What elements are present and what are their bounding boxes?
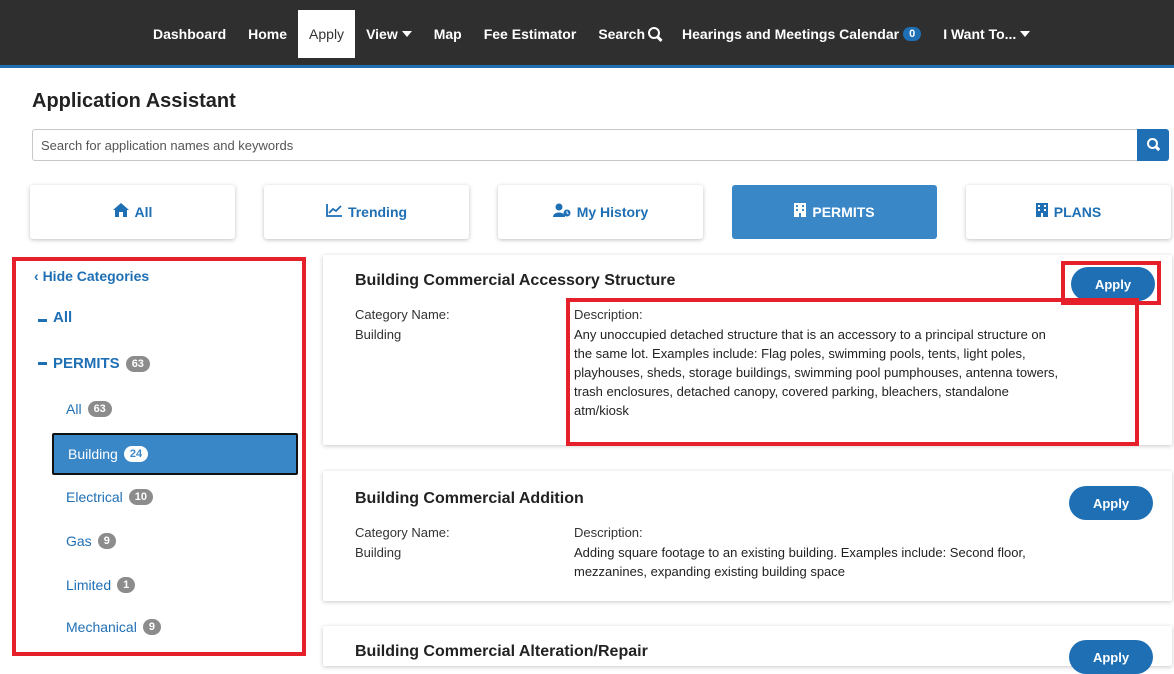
nav-apply-label: Apply xyxy=(309,26,345,42)
sidebar-item-building[interactable]: Building 24 xyxy=(52,433,298,475)
tab-permits-label: PERMITS xyxy=(812,204,875,220)
sidebar-item-label: Gas xyxy=(66,533,92,549)
description-label: Description: xyxy=(574,307,643,322)
sidebar-item-label: Mechanical xyxy=(66,619,137,635)
sidebar-item-all[interactable]: All xyxy=(38,309,72,326)
tab-permits[interactable]: PERMITS xyxy=(732,185,937,239)
hearings-count-badge: 0 xyxy=(903,27,922,41)
description-line: the same lot. Examples include: Flag pol… xyxy=(574,346,1026,361)
sidebar-item-mechanical[interactable]: Mechanical 9 xyxy=(66,619,161,635)
apply-button[interactable]: Apply xyxy=(1069,486,1153,520)
page-title: Application Assistant xyxy=(32,90,236,112)
description-text: Any unoccupied detached structure that i… xyxy=(574,325,1144,420)
result-title: Building Commercial Alteration/Repair xyxy=(355,643,648,660)
tab-my-history[interactable]: My History xyxy=(498,185,703,239)
home-icon xyxy=(112,203,129,221)
count-badge: 63 xyxy=(87,401,112,417)
tab-all-label: All xyxy=(134,204,153,220)
sidebar-item-all-label: All xyxy=(53,309,73,326)
category-name-value: Building xyxy=(355,327,402,342)
caret-down-icon xyxy=(401,31,412,37)
count-badge: 24 xyxy=(123,446,149,462)
nav-fee-estimator-label: Fee Estimator xyxy=(483,26,577,42)
tab-my-history-label: My History xyxy=(576,204,649,220)
collapse-icon xyxy=(38,319,47,322)
nav-map-label: Map xyxy=(433,26,462,42)
nav-i-want-to[interactable]: I Want To... xyxy=(932,10,1041,58)
nav-hearings-calendar[interactable]: Hearings and Meetings Calendar 0 xyxy=(671,10,932,58)
nav-search-label: Search xyxy=(598,26,646,42)
tab-trending-label: Trending xyxy=(347,204,408,220)
collapse-icon xyxy=(38,362,47,365)
description-line: Any unoccupied detached structure that i… xyxy=(574,327,1046,342)
nav-map[interactable]: Map xyxy=(423,10,473,58)
description-line: trash enclosures, detached canopy, cover… xyxy=(574,384,1009,399)
search-icon xyxy=(1147,138,1158,149)
nav-apply[interactable]: Apply xyxy=(298,10,356,58)
nav-items: Dashboard Home Apply View Map Fee Estima… xyxy=(142,10,1041,58)
description-line: mezzanines, expanding existing building … xyxy=(574,564,846,579)
category-name-label: Category Name: xyxy=(355,525,450,540)
count-badge: 9 xyxy=(97,533,116,549)
top-navigation-bar: Dashboard Home Apply View Map Fee Estima… xyxy=(0,0,1174,68)
result-card: Building Commercial Alteration/Repair Ap… xyxy=(323,626,1172,674)
tab-plans-label: PLANS xyxy=(1053,204,1102,220)
count-badge: 9 xyxy=(142,619,161,635)
result-title: Building Commercial Accessory Structure xyxy=(355,272,676,289)
chevron-left-icon: ‹ xyxy=(34,268,39,284)
tab-trending[interactable]: Trending xyxy=(264,185,469,239)
result-card: Building Commercial Accessory Structure … xyxy=(323,255,1172,445)
line-chart-icon xyxy=(326,203,342,221)
building-icon xyxy=(794,203,807,221)
nav-dashboard[interactable]: Dashboard xyxy=(142,10,237,58)
result-card: Building Commercial Addition Apply Categ… xyxy=(323,471,1172,601)
category-sidebar: ‹ Hide Categories All PERMITS 63 All 63 … xyxy=(12,257,306,656)
category-tabs: All Trending My History PERMITS PLANS xyxy=(30,185,1172,239)
count-badge: 63 xyxy=(125,355,150,372)
search-icon xyxy=(648,27,661,39)
hide-categories-link[interactable]: ‹ Hide Categories xyxy=(34,268,149,284)
nav-i-want-to-label: I Want To... xyxy=(943,26,1017,42)
building-icon xyxy=(1035,203,1048,221)
category-name-label: Category Name: xyxy=(355,307,450,322)
sidebar-item-permits-all[interactable]: All 63 xyxy=(66,401,112,417)
hide-categories-label: Hide Categories xyxy=(42,268,150,284)
nav-view-label: View xyxy=(366,26,398,42)
nav-home[interactable]: Home xyxy=(237,10,298,58)
tab-all[interactable]: All xyxy=(30,185,235,239)
nav-hearings-label: Hearings and Meetings Calendar xyxy=(682,26,900,42)
sidebar-item-gas[interactable]: Gas 9 xyxy=(66,533,116,549)
nav-dashboard-label: Dashboard xyxy=(153,26,227,42)
nav-home-label: Home xyxy=(248,26,288,42)
sidebar-item-label: Building xyxy=(68,446,118,462)
sidebar-item-limited[interactable]: Limited 1 xyxy=(66,577,136,593)
search-bar xyxy=(32,129,1169,161)
count-badge: 1 xyxy=(117,577,136,593)
apply-button[interactable]: Apply xyxy=(1069,640,1153,674)
nav-search[interactable]: Search xyxy=(587,10,671,58)
description-text: Adding square footage to an existing bui… xyxy=(574,543,1144,581)
sidebar-item-label: All xyxy=(66,401,82,417)
sidebar-item-permits-label: PERMITS xyxy=(53,355,120,372)
nav-view[interactable]: View xyxy=(355,10,423,58)
result-title: Building Commercial Addition xyxy=(355,490,584,507)
tab-plans[interactable]: PLANS xyxy=(966,185,1171,239)
count-badge: 10 xyxy=(128,489,154,505)
apply-button[interactable]: Apply xyxy=(1071,267,1155,301)
category-name-value: Building xyxy=(355,545,402,560)
search-input[interactable] xyxy=(32,129,1137,161)
sidebar-item-permits[interactable]: PERMITS 63 xyxy=(38,355,150,372)
description-label: Description: xyxy=(574,525,643,540)
user-history-icon xyxy=(552,203,571,221)
caret-down-icon xyxy=(1020,31,1031,37)
description-line: Adding square footage to an existing bui… xyxy=(574,545,1026,560)
description-line: atm/kiosk xyxy=(574,403,629,418)
nav-fee-estimator[interactable]: Fee Estimator xyxy=(473,10,588,58)
search-button[interactable] xyxy=(1137,129,1169,161)
sidebar-item-label: Limited xyxy=(66,577,112,593)
description-line: playhouses, sheds, storage buildings, sw… xyxy=(574,365,1059,380)
sidebar-item-label: Electrical xyxy=(66,489,123,505)
sidebar-item-electrical[interactable]: Electrical 10 xyxy=(66,489,154,505)
